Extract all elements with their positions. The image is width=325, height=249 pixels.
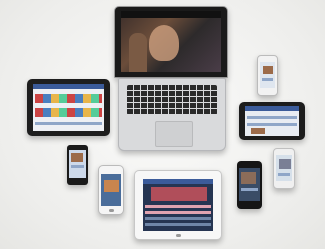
laptop-display	[114, 6, 228, 78]
phone-middle-left-screen	[69, 150, 86, 178]
phone-bottom-right-black-screen	[239, 168, 260, 201]
phone-bottom-right-white	[273, 148, 295, 189]
tablet-left-text-row	[35, 122, 102, 125]
laptop-base	[118, 78, 226, 151]
tablet-right-screen	[245, 106, 299, 136]
tablet-left-screen	[33, 84, 104, 131]
laptop-screen	[121, 11, 221, 72]
phone-bottom-right-white-screen	[276, 155, 292, 181]
tablet-right-image	[251, 128, 265, 134]
laptop-screen-figure	[129, 33, 147, 72]
home-button	[108, 209, 114, 212]
phone-bottom-right-black	[237, 161, 262, 209]
tablet-bottom-screen	[143, 179, 213, 231]
phone-middle-left-image	[71, 153, 83, 162]
laptop-browser-bar	[121, 11, 221, 18]
phone-bottom-right-white-text-row	[278, 173, 290, 176]
phone-bottom-right-black-text-row	[241, 188, 258, 191]
tablet-right	[239, 102, 305, 140]
phone-middle-left-text-row	[71, 165, 84, 168]
tablet-bottom-text-row	[145, 223, 211, 226]
tablet-right-header	[245, 106, 299, 111]
tablet-bottom-banner-image	[151, 187, 207, 201]
tablet-right-text-row	[247, 116, 297, 119]
laptop-keyboard	[127, 85, 217, 115]
phone-top-right	[257, 55, 278, 96]
tablet-bottom	[134, 170, 222, 240]
laptop-screen-portrait	[149, 25, 179, 61]
tablet-left-thumbnail-row	[35, 94, 102, 103]
laptop-trackpad	[155, 121, 193, 147]
tablet-bottom-header	[143, 179, 213, 184]
tablet-bottom-text-row	[145, 205, 211, 208]
tablet-right-text-row	[247, 123, 297, 126]
tablet-left-thumbnail-row	[35, 108, 102, 117]
phone-bottom-right-black-image	[241, 172, 256, 184]
tablet-left	[27, 79, 110, 136]
home-button	[175, 234, 181, 237]
phone-top-right-screen	[260, 62, 275, 88]
phone-white	[98, 165, 124, 215]
photo-background	[0, 0, 325, 249]
phone-white-image	[104, 180, 119, 192]
phone-bottom-right-white-image	[279, 159, 291, 169]
phone-white-screen	[101, 174, 121, 206]
phone-top-right-text-row	[262, 78, 273, 81]
tablet-left-header	[33, 84, 104, 89]
tablet-bottom-text-row	[145, 211, 211, 214]
phone-middle-left	[67, 145, 88, 185]
tablet-bottom-text-row	[145, 217, 211, 220]
phone-top-right-image	[263, 66, 273, 74]
